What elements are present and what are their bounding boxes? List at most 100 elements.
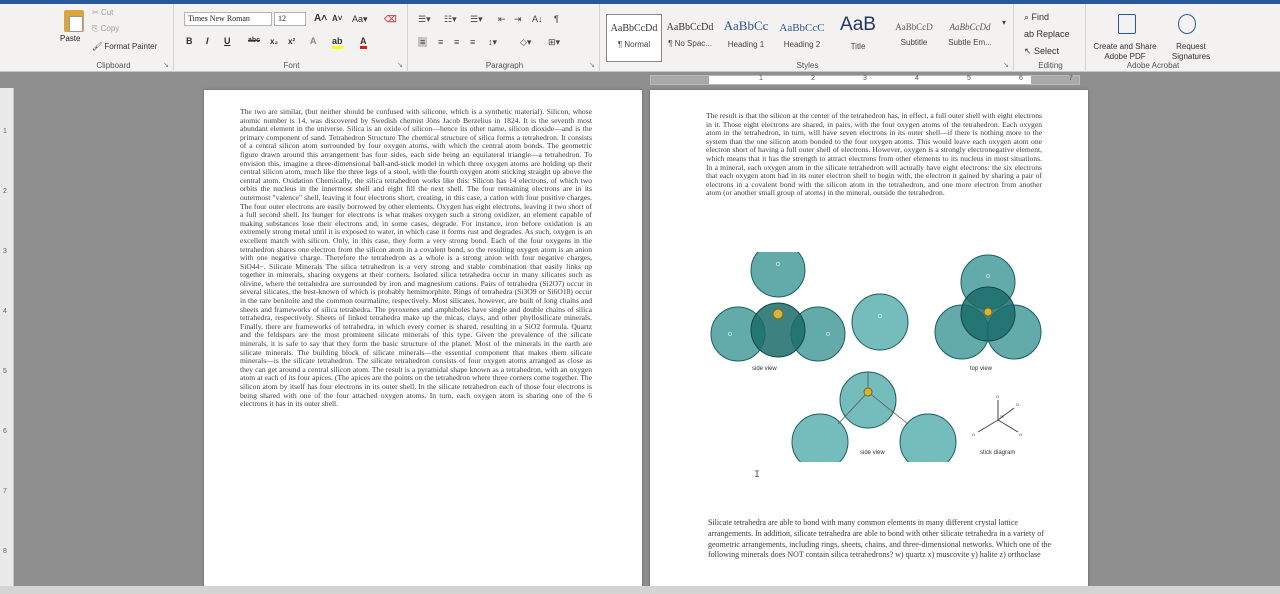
question-text[interactable]: Silicate tetrahedra are able to bond wit… xyxy=(708,518,1058,561)
style-heading-1[interactable]: AaBbCc Heading 1 xyxy=(718,14,774,62)
left-page-body-text[interactable]: The two are similar, (but neither should… xyxy=(240,107,592,409)
style-subtitle[interactable]: AaBbCcD Subtitle xyxy=(886,14,942,62)
cut-label: Cut xyxy=(100,8,114,17)
editing-group: ⌕ Find ab Replace ↖ Select Editing xyxy=(1016,4,1086,72)
align-left-icon[interactable]: ≡ xyxy=(418,37,428,47)
cut-button[interactable]: ✂ Cut xyxy=(92,8,113,17)
select-label: Select xyxy=(1034,46,1060,56)
copy-button[interactable]: ⎘ Copy xyxy=(92,24,119,34)
right-page-body-text[interactable]: The result is that the silicon at the ce… xyxy=(706,111,1042,198)
style-name: Heading 2 xyxy=(783,40,821,49)
bullets-icon[interactable]: ☰▾ xyxy=(418,14,431,25)
document-page-right[interactable]: The result is that the silicon at the ce… xyxy=(650,90,1088,594)
sort-icon[interactable]: A↓ xyxy=(532,14,543,24)
style-name: Subtle Em... xyxy=(948,38,992,47)
clipboard-launcher-icon[interactable]: ↘ xyxy=(163,61,169,69)
font-launcher-icon[interactable]: ↘ xyxy=(397,61,403,69)
align-center-icon[interactable]: ≡ xyxy=(438,37,443,47)
oxygen-atom xyxy=(750,242,806,298)
clear-formatting-icon[interactable]: ⌫ xyxy=(384,14,397,25)
style-name: Title xyxy=(850,42,866,51)
copy-label: Copy xyxy=(100,24,120,33)
oxygen-atom xyxy=(851,293,909,351)
atom-label-o: O xyxy=(972,432,975,437)
ruler-number: 5 xyxy=(3,368,7,375)
ruler-number: 1 xyxy=(759,75,763,82)
acrobat-group-label: Adobe Acrobat xyxy=(1126,61,1180,70)
superscript-button[interactable]: x² xyxy=(288,37,295,46)
stick-bond xyxy=(997,419,1019,433)
style-sample: AaBbCcC xyxy=(779,22,825,34)
ruler-bar[interactable]: 1 2 3 4 5 6 7 xyxy=(650,75,1080,85)
decrease-indent-icon[interactable]: ⇤ xyxy=(498,14,506,25)
justify-icon[interactable]: ≡ xyxy=(470,37,475,47)
silicon-atom xyxy=(983,307,993,317)
vertical-ruler[interactable]: 1 2 3 4 5 6 7 8 xyxy=(0,88,14,594)
document-page-left[interactable]: The two are similar, (but neither should… xyxy=(204,90,642,594)
tetrahedron-svg: O O O O O Si O O O O xyxy=(710,242,1042,471)
grow-font-icon[interactable]: A˄ xyxy=(314,13,327,24)
atom-label-o: O xyxy=(776,262,780,268)
italic-button[interactable]: I xyxy=(206,36,209,46)
silicon-atom xyxy=(863,387,873,397)
multilevel-list-icon[interactable]: ☰▾ xyxy=(470,14,483,25)
paste-button[interactable]: Paste xyxy=(60,34,80,43)
copy-icon: ⎘ xyxy=(92,24,101,33)
request-signatures-button[interactable]: Request Signatures xyxy=(1164,42,1218,62)
style-no-spacing[interactable]: AaBbCcDd ¶ No Spac... xyxy=(662,14,718,62)
style-sample: AaBbCcDd xyxy=(949,22,991,32)
ruler-left-margin xyxy=(651,76,709,84)
style-name: ¶ No Spac... xyxy=(668,39,712,48)
strikethrough-button[interactable]: abc xyxy=(248,37,260,44)
silicate-tetrahedron-diagram: O O O O O Si O O O O side view top view … xyxy=(708,242,1048,471)
scissors-icon: ✂ xyxy=(92,8,101,17)
borders-icon[interactable]: ⊞▾ xyxy=(548,37,560,48)
show-formatting-icon[interactable]: ¶ xyxy=(554,14,559,24)
font-name-dropdown[interactable]: Times New Roman xyxy=(184,12,272,26)
paste-icon[interactable] xyxy=(64,10,84,32)
paragraph-launcher-icon[interactable]: ↘ xyxy=(589,61,595,69)
shrink-font-icon[interactable]: A˅ xyxy=(332,14,342,23)
replace-icon: ab xyxy=(1024,29,1037,39)
atom-label-o: O xyxy=(986,274,990,280)
ruler-number: 6 xyxy=(3,428,7,435)
atom-label-o: O xyxy=(826,332,830,338)
style-normal[interactable]: AaBbCcDd ¶ Normal xyxy=(606,14,662,62)
format-painter-label: Format Painter xyxy=(104,42,158,51)
underline-button[interactable]: U xyxy=(224,36,231,46)
request-signatures-icon[interactable] xyxy=(1178,14,1196,34)
increase-indent-icon[interactable]: ⇥ xyxy=(514,14,522,25)
atom-label-o: O xyxy=(878,314,882,320)
style-title[interactable]: AaB Title xyxy=(830,14,886,62)
font-group-label: Font xyxy=(283,61,300,70)
diagram-label: side view xyxy=(860,450,885,456)
styles-more-icon[interactable]: ▾ xyxy=(1002,18,1006,27)
format-painter-button[interactable]: 🖌 Format Painter xyxy=(92,42,157,51)
find-button[interactable]: ⌕ Find xyxy=(1024,12,1049,23)
style-sample: AaBbCcDd xyxy=(666,22,714,33)
select-button[interactable]: ↖ Select xyxy=(1024,46,1059,57)
styles-launcher-icon[interactable]: ↘ xyxy=(1003,61,1009,69)
align-right-icon[interactable]: ≡ xyxy=(454,37,459,47)
style-name: ¶ Normal xyxy=(617,40,651,49)
line-spacing-icon[interactable]: ↕▾ xyxy=(488,37,497,48)
atom-label-o: O xyxy=(1016,402,1019,407)
create-pdf-icon[interactable] xyxy=(1118,14,1136,34)
create-share-pdf-button[interactable]: Create and Share Adobe PDF xyxy=(1088,42,1162,62)
style-subtle-emphasis[interactable]: AaBbCcDd Subtle Em... xyxy=(942,14,998,62)
highlight-color-icon[interactable]: ab xyxy=(332,36,343,49)
horizontal-ruler[interactable]: 1 2 3 4 5 6 7 xyxy=(0,73,1280,87)
font-size-dropdown[interactable]: 12 xyxy=(274,12,306,26)
atom-label-o: O xyxy=(1019,432,1022,437)
subscript-button[interactable]: x₂ xyxy=(270,37,278,46)
bold-button[interactable]: B xyxy=(186,36,193,46)
style-heading-2[interactable]: AaBbCcC Heading 2 xyxy=(774,14,830,62)
text-effects-icon[interactable]: A xyxy=(310,36,317,46)
shading-icon[interactable]: ◇▾ xyxy=(520,37,531,48)
ruler-number: 8 xyxy=(3,548,7,555)
replace-button[interactable]: ab Replace xyxy=(1024,29,1070,39)
change-case-icon[interactable]: Aa▾ xyxy=(352,14,368,25)
numbering-icon[interactable]: ☷▾ xyxy=(444,14,457,25)
paintbrush-icon: 🖌 xyxy=(92,42,105,51)
font-color-icon[interactable]: A xyxy=(360,36,367,49)
